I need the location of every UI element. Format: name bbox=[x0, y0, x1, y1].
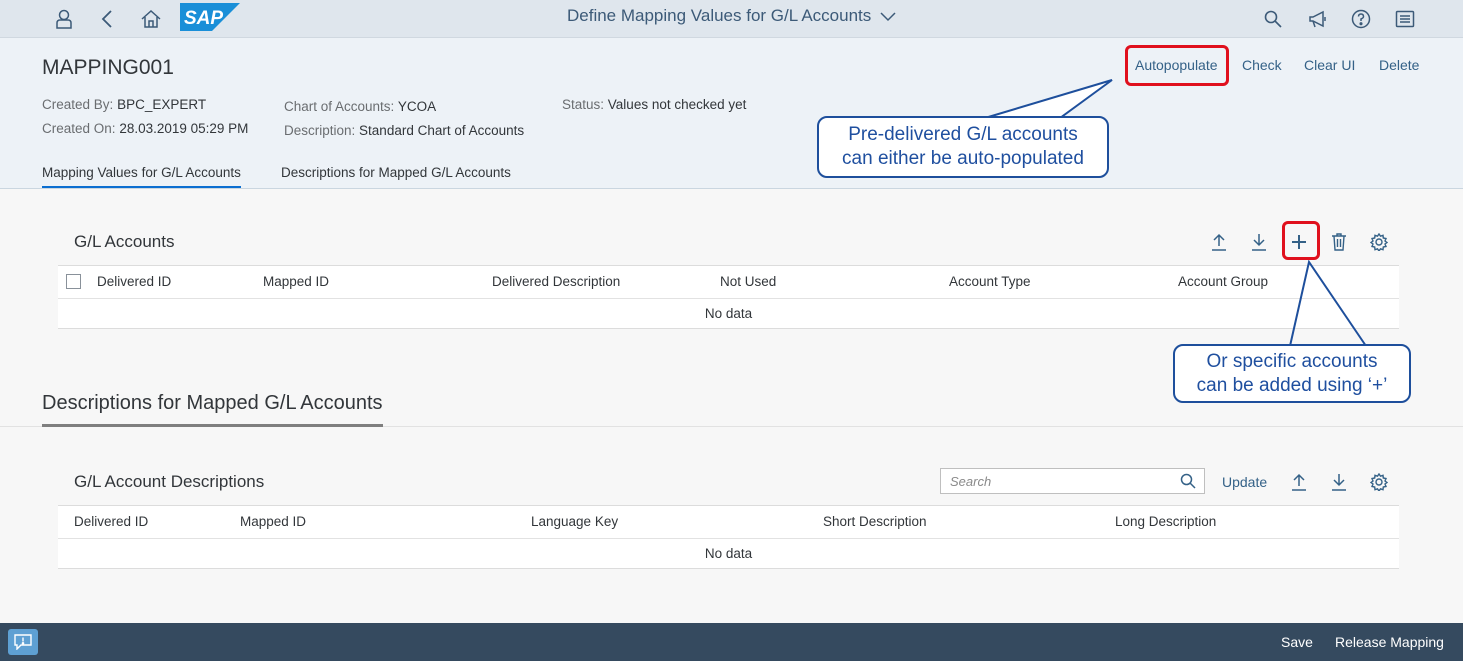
upload-icon[interactable] bbox=[1287, 470, 1311, 494]
search-placeholder: Search bbox=[950, 474, 992, 489]
notification-icon[interactable] bbox=[1304, 5, 1332, 33]
shell-bar: SAP Define Mapping Values for G/L Accoun… bbox=[0, 0, 1463, 38]
chart-of-accounts-value: YCOA bbox=[397, 99, 437, 114]
gl-descriptions-title: G/L Account Descriptions bbox=[74, 472, 265, 491]
created-on-label: Created On: bbox=[42, 121, 116, 136]
chevron-down-icon[interactable] bbox=[880, 7, 896, 27]
chart-of-accounts-label: Chart of Accounts: bbox=[284, 99, 395, 114]
section-title: Descriptions for Mapped G/L Accounts bbox=[42, 392, 383, 427]
message-popover-button[interactable] bbox=[8, 629, 38, 655]
upload-icon[interactable] bbox=[1207, 230, 1231, 254]
tab-mapping-values[interactable]: Mapping Values for G/L Accounts bbox=[42, 165, 241, 188]
column-header[interactable]: Delivered ID bbox=[97, 274, 171, 289]
table-header: Delivered ID Mapped ID Delivered Descrip… bbox=[58, 266, 1399, 299]
no-data-text: No data bbox=[704, 306, 753, 321]
created-by-label: Created By: bbox=[42, 97, 114, 112]
column-header[interactable]: Account Type bbox=[949, 274, 1031, 289]
chart-of-accounts-attr: Chart of Accounts: YCOA bbox=[284, 99, 436, 114]
column-header[interactable]: Delivered ID bbox=[74, 514, 148, 529]
column-header[interactable]: Delivered Description bbox=[492, 274, 620, 289]
object-header: MAPPING001 Autopopulate Check Clear UI D… bbox=[0, 38, 1463, 189]
autopopulate-callout: Pre-delivered G/L accounts can either be… bbox=[817, 116, 1109, 178]
status-attr: Status: Values not checked yet bbox=[562, 97, 746, 112]
created-by-value: BPC_EXPERT bbox=[117, 97, 207, 112]
main-content: G/L Accounts Delivered ID Mapped ID Deli… bbox=[0, 189, 1463, 623]
autopopulate-highlight bbox=[1125, 45, 1229, 86]
select-all-checkbox[interactable] bbox=[66, 274, 81, 289]
callout-text: can be added using ‘+’ bbox=[1196, 374, 1388, 396]
clear-ui-button[interactable]: Clear UI bbox=[1304, 57, 1355, 73]
help-icon[interactable] bbox=[1347, 5, 1375, 33]
callout-text: Or specific accounts bbox=[1206, 350, 1378, 372]
release-mapping-button[interactable]: Release Mapping bbox=[1335, 634, 1444, 650]
download-icon[interactable] bbox=[1247, 230, 1271, 254]
tab-descriptions[interactable]: Descriptions for Mapped G/L Accounts bbox=[281, 165, 511, 180]
app-title[interactable]: Define Mapping Values for G/L Accounts bbox=[0, 6, 1463, 27]
description-attr: Description: Standard Chart of Accounts bbox=[284, 123, 524, 138]
page-title: MAPPING001 bbox=[42, 56, 174, 79]
column-header[interactable]: Mapped ID bbox=[263, 274, 329, 289]
check-button[interactable]: Check bbox=[1242, 57, 1282, 73]
callout-text: Pre-delivered G/L accounts bbox=[848, 124, 1078, 145]
gl-accounts-table: Delivered ID Mapped ID Delivered Descrip… bbox=[58, 265, 1399, 329]
description-label: Description: bbox=[284, 123, 356, 138]
column-header[interactable]: Language Key bbox=[531, 514, 618, 529]
message-icon bbox=[14, 634, 32, 650]
add-highlight bbox=[1282, 221, 1320, 260]
save-button[interactable]: Save bbox=[1281, 634, 1313, 650]
update-button[interactable]: Update bbox=[1222, 474, 1267, 490]
search-field[interactable]: Search bbox=[940, 468, 1205, 494]
search-icon[interactable] bbox=[1259, 5, 1287, 33]
column-header[interactable]: Mapped ID bbox=[240, 514, 306, 529]
created-on-value: 28.03.2019 05:29 PM bbox=[119, 121, 249, 136]
search-icon[interactable] bbox=[1180, 473, 1196, 494]
status-value: Values not checked yet bbox=[607, 97, 747, 112]
table-header: Delivered ID Mapped ID Language Key Shor… bbox=[58, 506, 1399, 539]
gl-descriptions-table: Delivered ID Mapped ID Language Key Shor… bbox=[58, 505, 1399, 569]
column-header[interactable]: Not Used bbox=[720, 274, 776, 289]
download-icon[interactable] bbox=[1327, 470, 1351, 494]
delete-button[interactable]: Delete bbox=[1379, 57, 1419, 73]
menu-icon[interactable] bbox=[1391, 5, 1419, 33]
settings-icon[interactable] bbox=[1367, 470, 1391, 494]
callout-text: can either be auto-populated bbox=[842, 148, 1084, 169]
footer-toolbar: Save Release Mapping bbox=[0, 623, 1463, 661]
created-on-attr: Created On: 28.03.2019 05:29 PM bbox=[42, 121, 248, 136]
delete-icon[interactable] bbox=[1327, 230, 1351, 254]
no-data-text: No data bbox=[704, 546, 753, 561]
status-label: Status: bbox=[562, 97, 605, 112]
description-value: Standard Chart of Accounts bbox=[359, 123, 525, 138]
column-header[interactable]: Short Description bbox=[823, 514, 927, 529]
settings-icon[interactable] bbox=[1367, 230, 1391, 254]
add-callout: Or specific accounts can be added using … bbox=[1173, 344, 1411, 403]
column-header[interactable]: Long Description bbox=[1115, 514, 1216, 529]
column-header[interactable]: Account Group bbox=[1178, 274, 1268, 289]
created-by-attr: Created By: BPC_EXPERT bbox=[42, 97, 206, 112]
gl-accounts-title: G/L Accounts bbox=[74, 232, 175, 251]
